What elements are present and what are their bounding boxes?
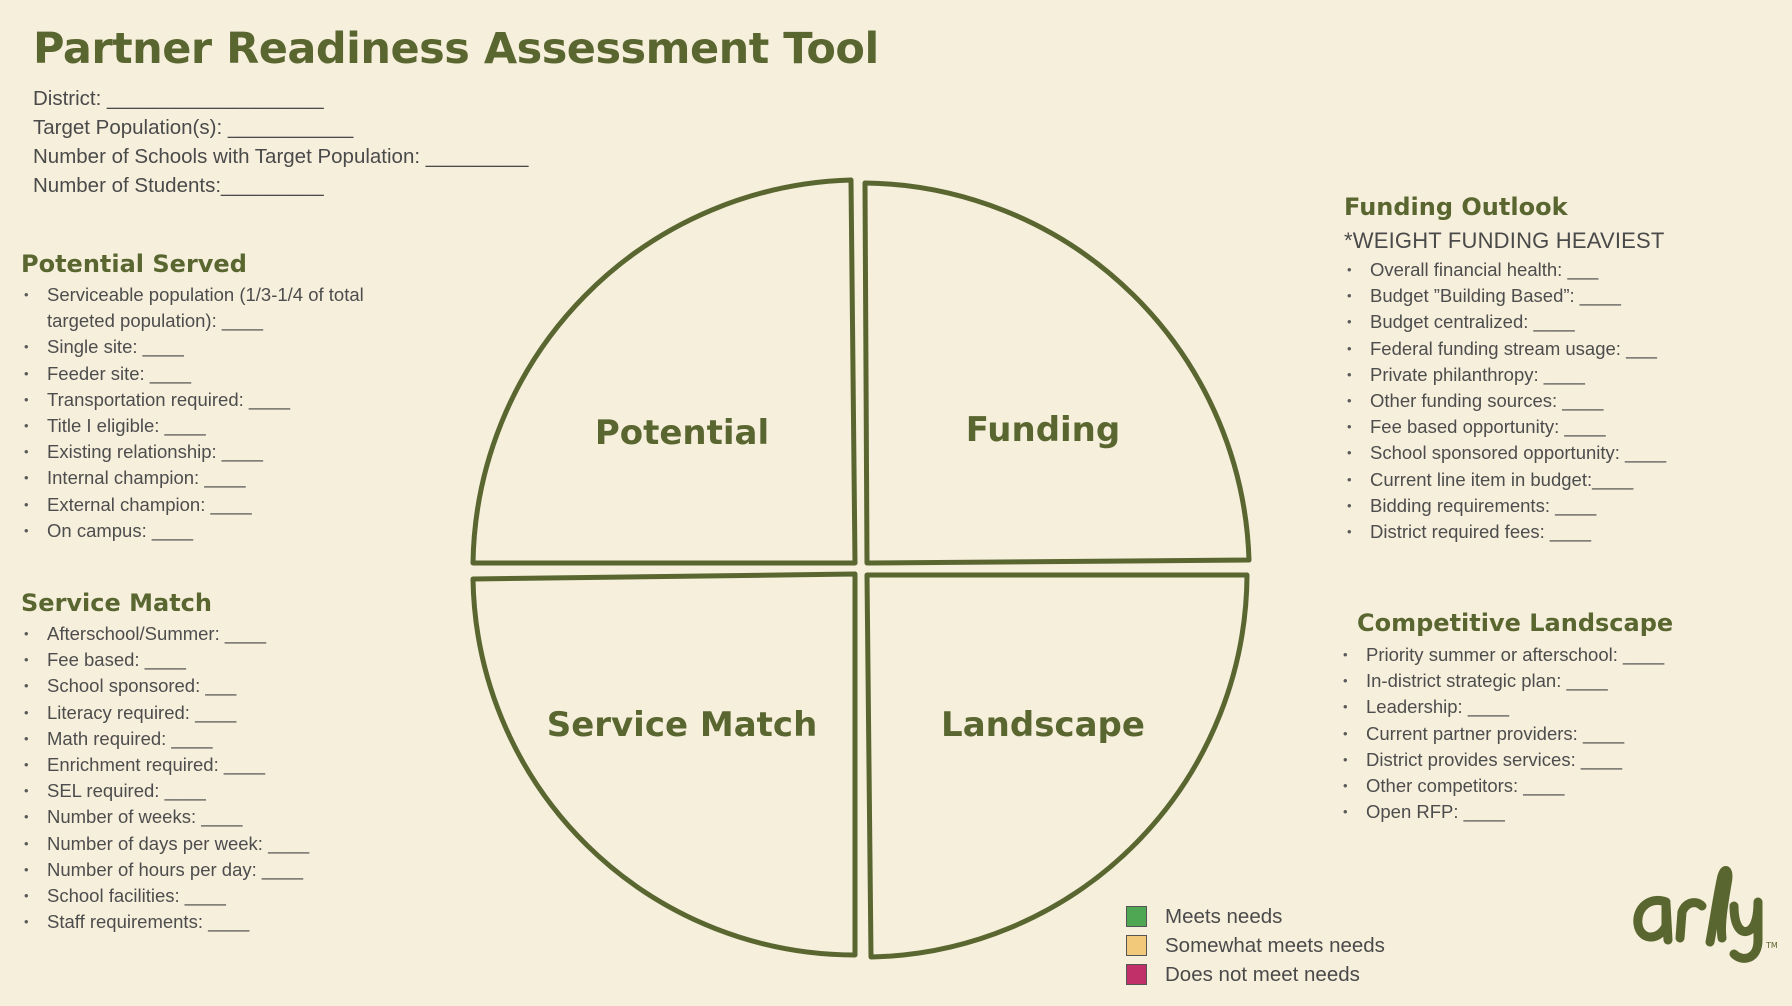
quadrant-label-service-match: Service Match <box>547 705 818 745</box>
legend-item-meets: Meets needs <box>1126 902 1385 931</box>
readiness-quadrant-diagram: Potential Funding Service Match Landscap… <box>470 177 1252 960</box>
trademark-mark: TM <box>1765 941 1778 950</box>
legend-swatch-magenta <box>1126 964 1147 985</box>
legend-swatch-green <box>1126 906 1147 927</box>
legend-swatch-yellow <box>1126 935 1147 956</box>
quadrant-label-funding: Funding <box>966 410 1120 450</box>
quadrant-funding <box>862 180 1252 566</box>
legend-item-somewhat: Somewhat meets needs <box>1126 931 1385 960</box>
legend-item-does-not: Does not meet needs <box>1126 960 1385 989</box>
quadrant-label-landscape: Landscape <box>941 705 1145 745</box>
legend-label: Does not meet needs <box>1165 962 1360 986</box>
quadrant-landscape <box>864 572 1250 960</box>
quadrant-label-potential: Potential <box>595 413 769 453</box>
quadrant-potential <box>470 177 858 566</box>
legend-label: Somewhat meets needs <box>1165 933 1385 957</box>
legend: Meets needs Somewhat meets needs Does no… <box>1126 902 1385 989</box>
quadrant-service-match <box>470 571 858 958</box>
arly-logo: TM <box>1633 865 1778 963</box>
legend-label: Meets needs <box>1165 904 1283 928</box>
